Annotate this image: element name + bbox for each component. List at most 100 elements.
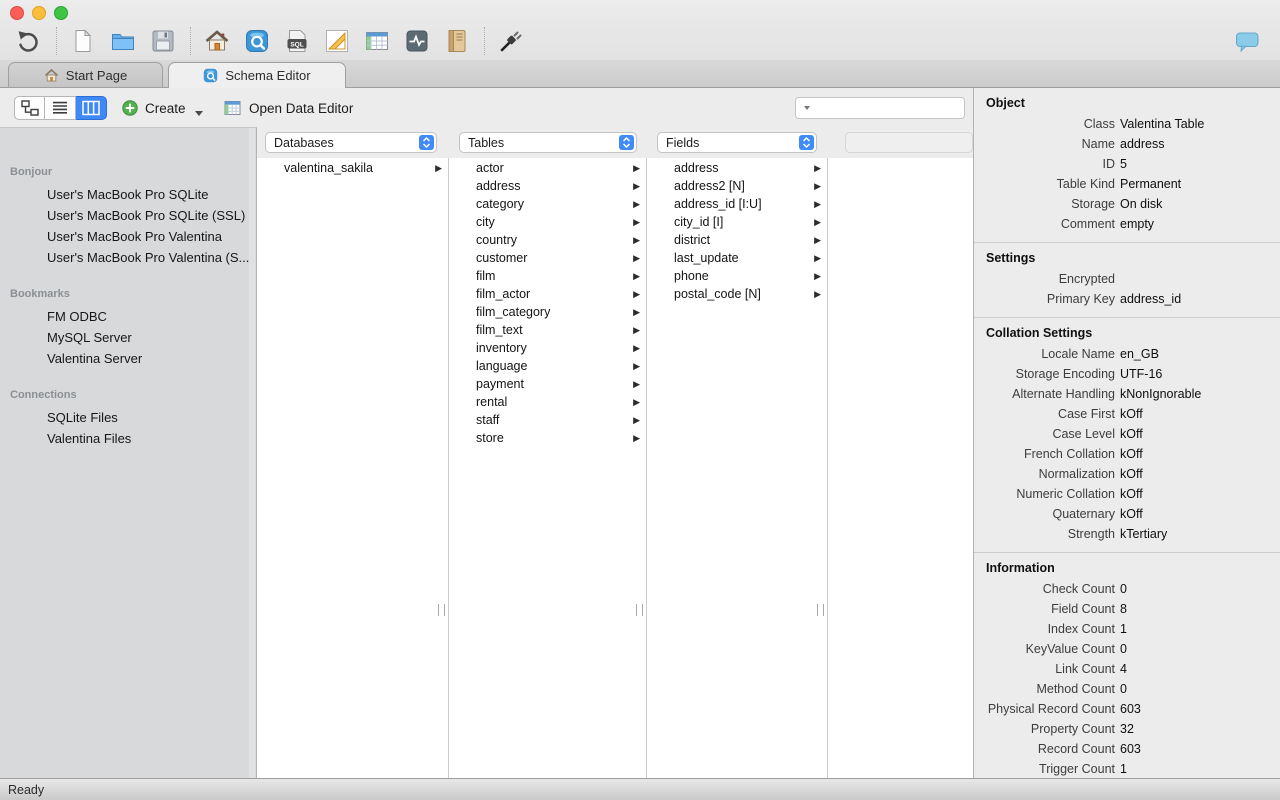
sql-editor-button[interactable]: SQL xyxy=(282,26,312,56)
table-row[interactable]: category ▶ xyxy=(449,195,646,213)
property-value: en_GB xyxy=(1120,347,1159,361)
expand-arrow-icon: ▶ xyxy=(814,162,821,173)
column-resize-grip[interactable] xyxy=(817,604,824,616)
sidebar-item[interactable]: User's MacBook Pro SQLite xyxy=(0,184,256,205)
sidebar-item[interactable]: Valentina Files xyxy=(0,428,256,449)
open-file-button[interactable] xyxy=(108,26,138,56)
table-row[interactable]: film_text ▶ xyxy=(449,321,646,339)
tab-schema-editor[interactable]: Schema Editor xyxy=(168,62,346,88)
property-label: Locale Name xyxy=(1041,347,1115,361)
inspector-row: Record Count 603 xyxy=(974,739,1280,759)
start-page-button[interactable] xyxy=(202,26,232,56)
schema-editor-icon xyxy=(246,30,268,52)
table-row[interactable]: city ▶ xyxy=(449,213,646,231)
save-button[interactable] xyxy=(148,26,178,56)
tab-start-page[interactable]: Start Page xyxy=(8,62,163,87)
property-value: 603 xyxy=(1120,742,1141,756)
property-value: 0 xyxy=(1120,682,1127,696)
schema-editor-button[interactable] xyxy=(242,26,272,56)
property-label: French Collation xyxy=(1023,447,1115,461)
expand-arrow-icon: ▶ xyxy=(814,270,821,281)
main-toolbar: SQL xyxy=(14,26,536,56)
column-resize-grip[interactable] xyxy=(636,604,643,616)
table-row[interactable]: customer ▶ xyxy=(449,249,646,267)
table-row[interactable]: actor ▶ xyxy=(449,159,646,177)
database-row[interactable]: valentina_sakila ▶ xyxy=(257,159,448,177)
dropdown-stepper-icon[interactable] xyxy=(419,135,434,150)
sidebar-item[interactable]: User's MacBook Pro Valentina (S... xyxy=(0,247,256,268)
titlebar: SQL xyxy=(0,0,1280,60)
field-row[interactable]: district ▶ xyxy=(647,231,827,249)
create-button[interactable]: Create xyxy=(122,96,203,120)
dropdown-stepper-icon[interactable] xyxy=(619,135,634,150)
property-value: 5 xyxy=(1120,157,1127,171)
open-data-editor-button[interactable]: Open Data Editor xyxy=(224,96,353,120)
sidebar-item-label: Valentina Server xyxy=(47,351,143,366)
sidebar-item[interactable]: User's MacBook Pro SQLite (SSL) xyxy=(0,205,256,226)
inspector-row: Physical Record Count 603 xyxy=(974,699,1280,719)
new-document-button[interactable] xyxy=(68,26,98,56)
table-row[interactable]: inventory ▶ xyxy=(449,339,646,357)
dropdown-stepper-icon[interactable] xyxy=(799,135,814,150)
sidebar-item[interactable]: FM ODBC xyxy=(0,306,256,327)
expand-arrow-icon: ▶ xyxy=(814,216,821,227)
field-row[interactable]: address ▶ xyxy=(647,159,827,177)
table-row[interactable]: film_actor ▶ xyxy=(449,285,646,303)
list-view-button[interactable] xyxy=(45,96,76,120)
diagram-button[interactable] xyxy=(322,26,352,56)
row-label: payment xyxy=(476,377,524,391)
connect-button[interactable] xyxy=(496,26,526,56)
undo-button[interactable] xyxy=(14,26,44,56)
inspector-row: Link Count 4 xyxy=(974,659,1280,679)
table-row[interactable]: payment ▶ xyxy=(449,375,646,393)
close-window-button[interactable] xyxy=(10,6,24,20)
table-row[interactable]: store ▶ xyxy=(449,429,646,447)
sidebar-item[interactable]: SQLite Files xyxy=(0,407,256,428)
field-row[interactable]: postal_code [N] ▶ xyxy=(647,285,827,303)
search-input[interactable] xyxy=(812,98,971,118)
search-field[interactable] xyxy=(795,97,971,119)
table-row[interactable]: country ▶ xyxy=(449,231,646,249)
create-dropdown-caret-icon[interactable] xyxy=(194,110,203,116)
property-value: Valentina Table xyxy=(1120,117,1205,131)
column-view-button[interactable] xyxy=(76,96,107,120)
table-row[interactable]: language ▶ xyxy=(449,357,646,375)
databases-filter-dropdown[interactable]: Databases xyxy=(265,132,437,153)
inspector-row: Case First kOff xyxy=(974,404,1280,424)
search-options-caret-icon[interactable] xyxy=(804,106,810,110)
row-label: rental xyxy=(476,395,508,409)
table-row[interactable]: address ▶ xyxy=(449,177,646,195)
sidebar-item[interactable]: MySQL Server xyxy=(0,327,256,348)
row-label: city xyxy=(476,215,495,229)
sidebar-item[interactable]: Valentina Server xyxy=(0,348,256,369)
sidebar-item[interactable]: User's MacBook Pro Valentina xyxy=(0,226,256,247)
inspector-row: Quaternary kOff xyxy=(974,504,1280,524)
inspector-row: Comment empty xyxy=(974,214,1280,234)
field-row[interactable]: phone ▶ xyxy=(647,267,827,285)
empty-filter-dropdown xyxy=(845,132,973,153)
sidebar-item-label: MySQL Server xyxy=(47,330,132,345)
object-inspector: Object Class Valentina Table Name addres… xyxy=(973,88,1280,800)
fields-filter-dropdown[interactable]: Fields xyxy=(657,132,817,153)
field-row[interactable]: address2 [N] ▶ xyxy=(647,177,827,195)
row-label: address2 [N] xyxy=(674,179,745,193)
feedback-button[interactable] xyxy=(1235,30,1260,53)
tree-view-button[interactable] xyxy=(14,96,45,120)
server-admin-button[interactable] xyxy=(402,26,432,56)
tables-filter-dropdown[interactable]: Tables xyxy=(459,132,637,153)
report-button[interactable] xyxy=(442,26,472,56)
field-row[interactable]: last_update ▶ xyxy=(647,249,827,267)
table-row[interactable]: film_category ▶ xyxy=(449,303,646,321)
expand-arrow-icon: ▶ xyxy=(814,234,821,245)
table-row[interactable]: staff ▶ xyxy=(449,411,646,429)
zoom-window-button[interactable] xyxy=(54,6,68,20)
table-row[interactable]: rental ▶ xyxy=(449,393,646,411)
column-resize-grip[interactable] xyxy=(438,604,445,616)
field-row[interactable]: city_id [I] ▶ xyxy=(647,213,827,231)
data-editor-button[interactable] xyxy=(362,26,392,56)
status-bar: Ready xyxy=(0,778,1280,800)
minimize-window-button[interactable] xyxy=(32,6,46,20)
field-row[interactable]: address_id [I:U] ▶ xyxy=(647,195,827,213)
row-label: city_id [I] xyxy=(674,215,724,229)
table-row[interactable]: film ▶ xyxy=(449,267,646,285)
